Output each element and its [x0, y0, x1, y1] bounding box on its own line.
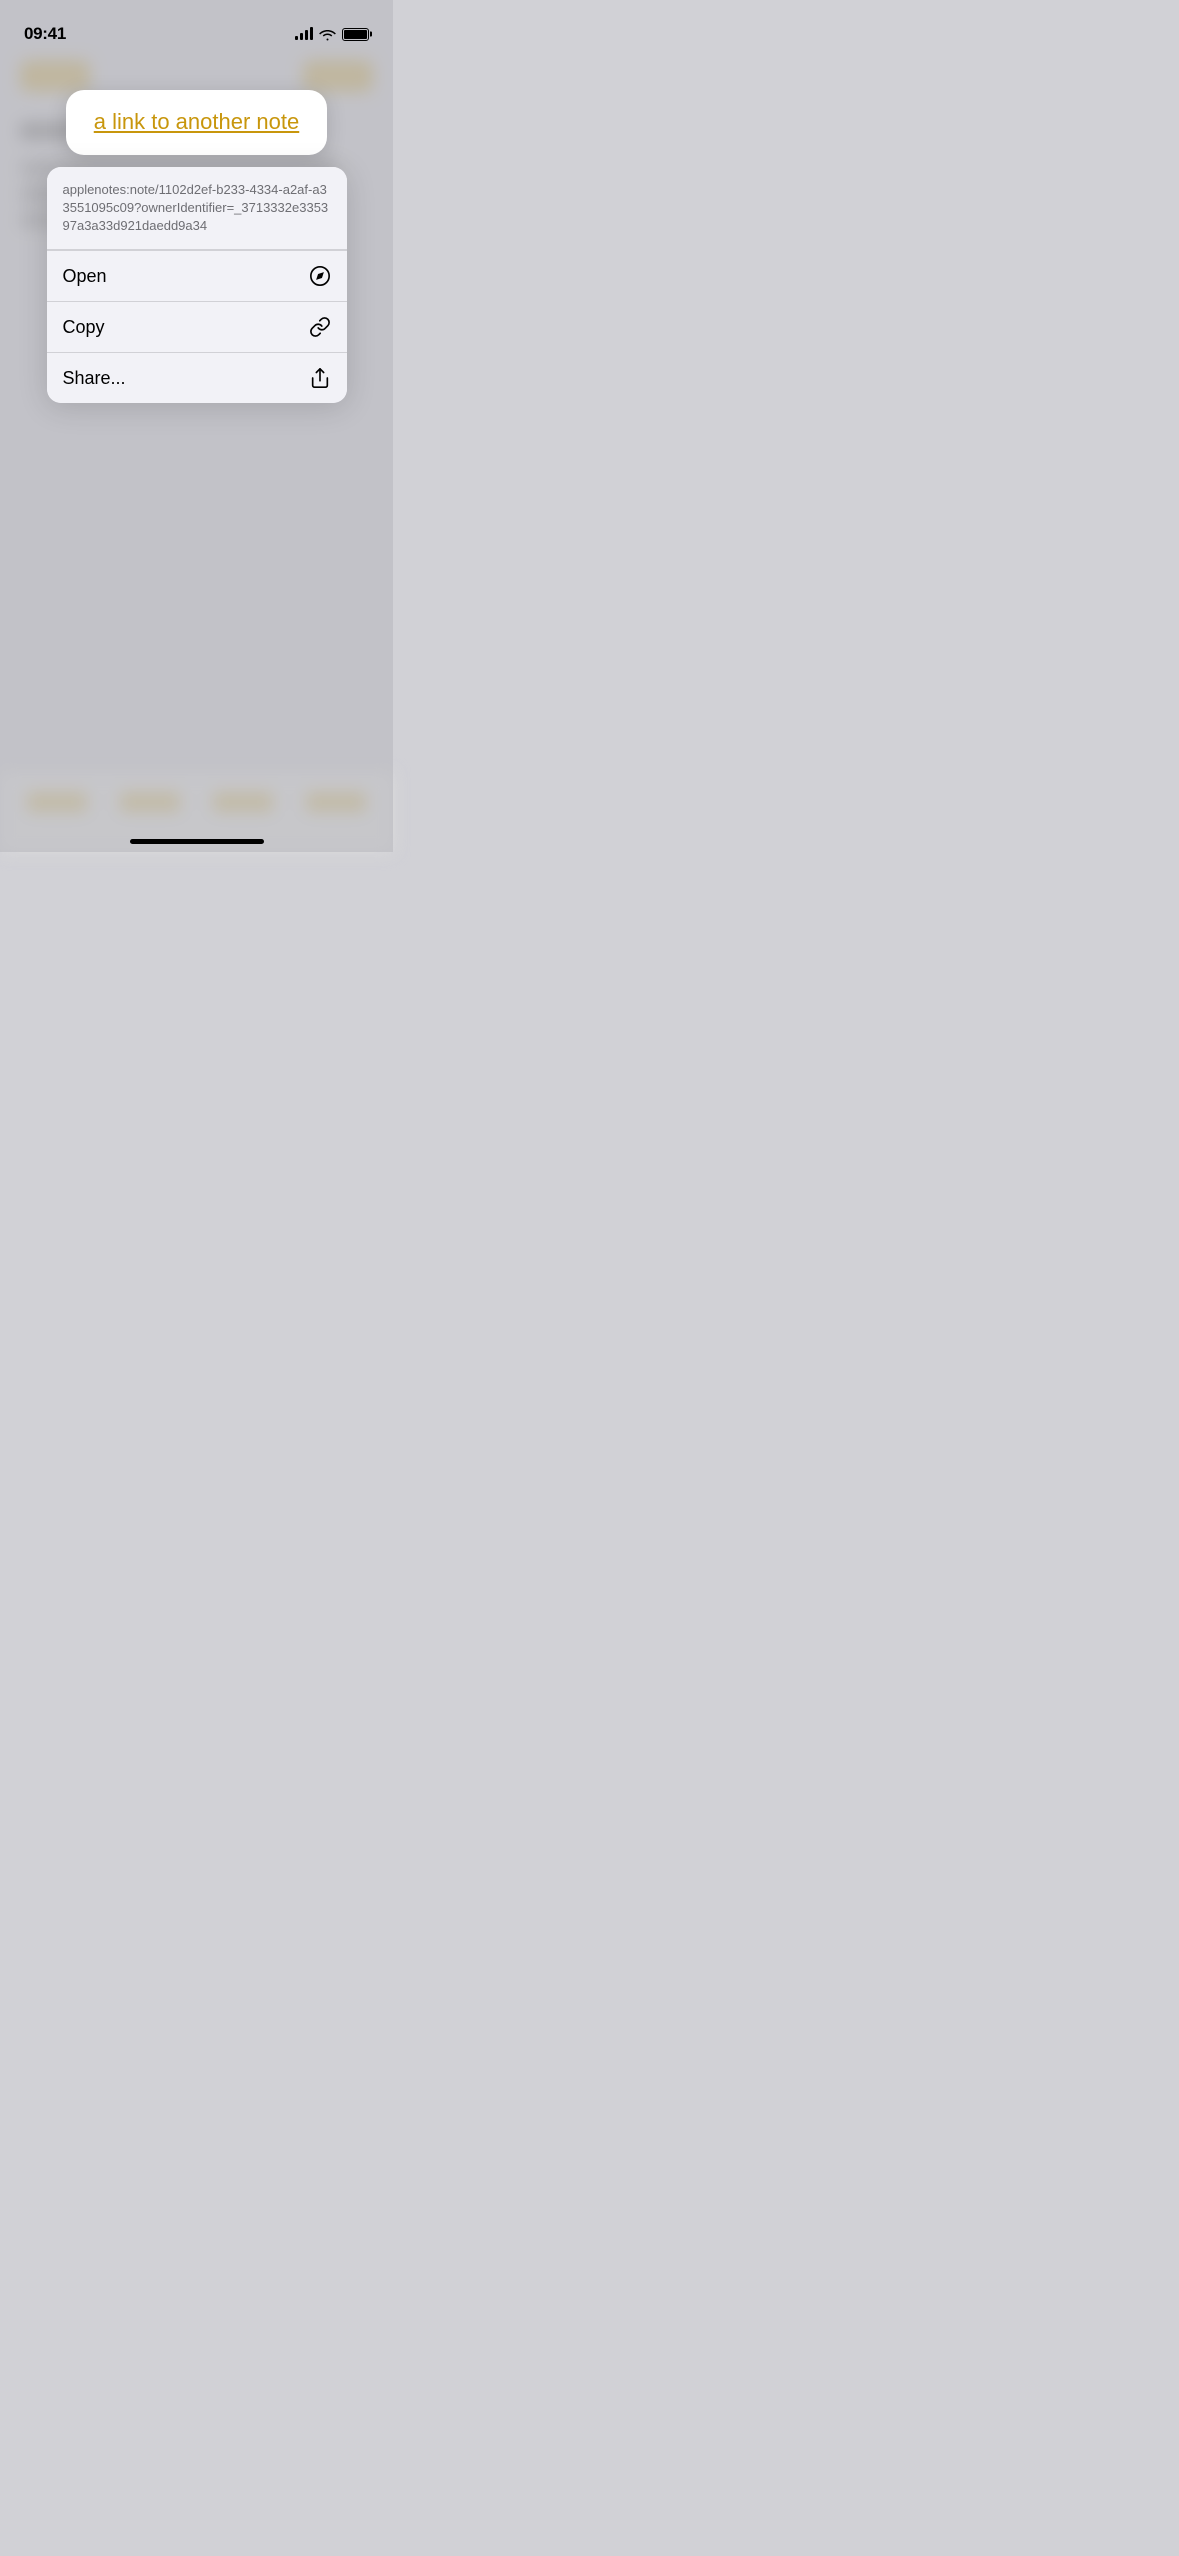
share-menu-item[interactable]: Share... — [47, 352, 347, 403]
wifi-icon — [319, 28, 336, 41]
share-label: Share... — [63, 368, 126, 389]
link-icon — [309, 316, 331, 338]
link-bubble: a link to another note — [66, 90, 327, 155]
share-icon — [309, 367, 331, 389]
copy-menu-item[interactable]: Copy — [47, 301, 347, 352]
home-indicator — [130, 839, 264, 844]
url-preview: applenotes:note/1102d2ef-b233-4334-a2af-… — [47, 167, 347, 251]
open-label: Open — [63, 266, 107, 287]
status-time: 09:41 — [24, 24, 66, 44]
status-bar: 09:41 — [0, 0, 393, 54]
context-menu: applenotes:note/1102d2ef-b233-4334-a2af-… — [47, 167, 347, 404]
url-text: applenotes:note/1102d2ef-b233-4334-a2af-… — [63, 182, 329, 233]
link-bubble-text: a link to another note — [94, 109, 299, 134]
battery-icon — [342, 28, 369, 41]
popup-area: a link to another note applenotes:note/1… — [0, 90, 393, 403]
compass-icon — [309, 265, 331, 287]
copy-label: Copy — [63, 317, 105, 338]
open-menu-item[interactable]: Open — [47, 250, 347, 301]
status-icons — [295, 28, 369, 41]
signal-bars-icon — [295, 28, 313, 40]
